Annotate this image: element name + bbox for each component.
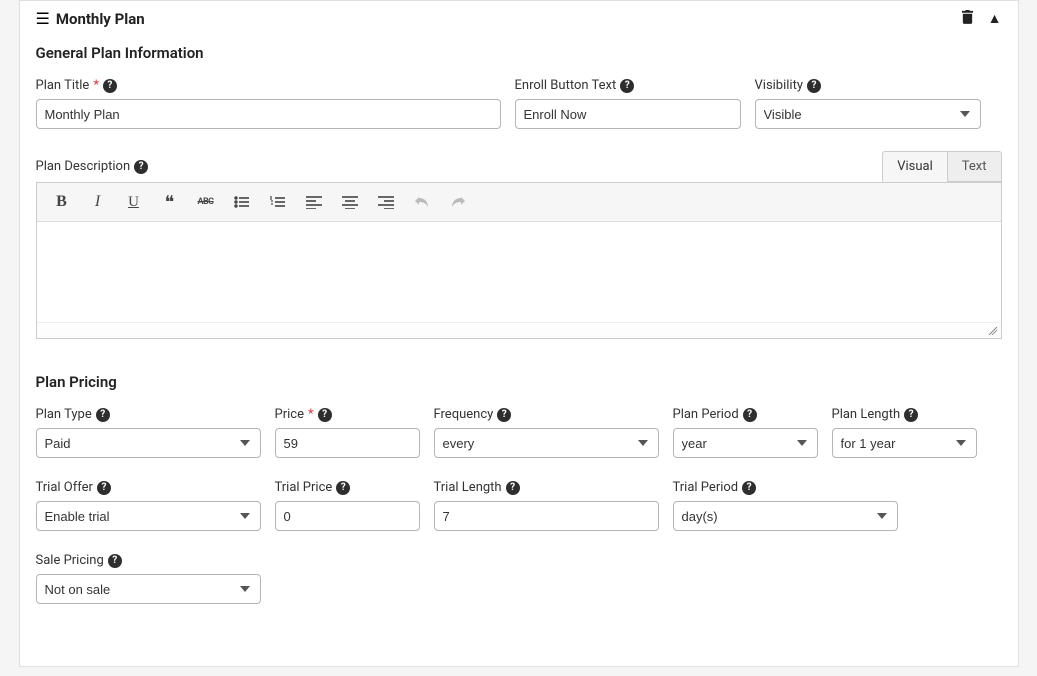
visibility-group: Visibility ? Visible — [755, 78, 981, 129]
trial-length-label: Trial Length ? — [434, 480, 659, 495]
plan-title-label: Plan Title * ? — [36, 78, 501, 93]
frequency-select[interactable]: every — [434, 428, 659, 458]
redo-icon[interactable] — [447, 191, 469, 213]
general-section: General Plan Information Plan Title * ? … — [36, 44, 1002, 339]
trial-period-select[interactable]: day(s) — [673, 501, 898, 531]
plan-title-group: Plan Title * ? — [36, 78, 501, 129]
drag-handle-icon[interactable]: ☰ — [36, 9, 50, 28]
pricing-section-title: Plan Pricing — [36, 373, 1002, 391]
align-right-icon[interactable] — [375, 191, 397, 213]
trial-offer-label: Trial Offer ? — [36, 480, 261, 495]
header-actions: ▲ — [961, 9, 1002, 28]
plan-period-label: Plan Period ? — [673, 407, 818, 422]
trial-offer-group: Trial Offer ? Enable trial — [36, 480, 261, 531]
collapse-icon[interactable]: ▲ — [988, 10, 1002, 27]
price-group: Price * ? — [275, 407, 420, 458]
card-header: ☰ Monthly Plan ▲ — [36, 1, 1002, 44]
enroll-label: Enroll Button Text ? — [515, 78, 741, 93]
help-icon[interactable]: ? — [336, 481, 350, 495]
sale-pricing-group: Sale Pricing ? Not on sale — [36, 553, 261, 604]
blockquote-icon[interactable]: ❝ — [159, 191, 181, 213]
price-label: Price * ? — [275, 407, 420, 422]
trial-length-input[interactable] — [434, 501, 659, 531]
help-icon[interactable]: ? — [318, 408, 332, 422]
trial-price-input[interactable] — [275, 501, 420, 531]
plan-length-group: Plan Length ? for 1 year — [832, 407, 977, 458]
plan-description-editor[interactable] — [37, 222, 1001, 322]
trial-length-group: Trial Length ? — [434, 480, 659, 531]
trial-period-group: Trial Period ? day(s) — [673, 480, 898, 531]
strikethrough-icon[interactable]: ABC — [195, 191, 217, 213]
plan-description-group: Plan Description ? Visual Text B I U ❝ A… — [36, 151, 1002, 339]
pricing-section: Plan Pricing Plan Type ? Paid Price * ? — [36, 373, 1002, 604]
required-mark: * — [93, 78, 99, 93]
plan-panel: ☰ Monthly Plan ▲ General Plan Informatio… — [19, 0, 1019, 667]
underline-icon[interactable]: U — [123, 191, 145, 213]
plan-length-select[interactable]: for 1 year — [832, 428, 977, 458]
help-icon[interactable]: ? — [97, 481, 111, 495]
visibility-label: Visibility ? — [755, 78, 981, 93]
trial-period-label: Trial Period ? — [673, 480, 898, 495]
card-title: Monthly Plan — [56, 10, 961, 28]
bullet-list-icon[interactable] — [231, 191, 253, 213]
plan-type-select[interactable]: Paid — [36, 428, 261, 458]
help-icon[interactable]: ? — [620, 79, 634, 93]
plan-desc-label: Plan Description ? — [36, 159, 149, 174]
plan-type-label: Plan Type ? — [36, 407, 261, 422]
tab-text[interactable]: Text — [947, 151, 1002, 182]
plan-length-label: Plan Length ? — [832, 407, 977, 422]
general-section-title: General Plan Information — [36, 44, 1002, 62]
trash-icon[interactable] — [961, 9, 974, 28]
visibility-select[interactable]: Visible — [755, 99, 981, 129]
help-icon[interactable]: ? — [108, 554, 122, 568]
help-icon[interactable]: ? — [497, 408, 511, 422]
undo-icon[interactable] — [411, 191, 433, 213]
align-center-icon[interactable] — [339, 191, 361, 213]
editor-toolbar: B I U ❝ ABC — [37, 183, 1001, 222]
trial-price-group: Trial Price ? — [275, 480, 420, 531]
italic-icon[interactable]: I — [87, 191, 109, 213]
editor-tabs: Visual Text — [882, 151, 1001, 182]
frequency-group: Frequency ? every — [434, 407, 659, 458]
help-icon[interactable]: ? — [134, 160, 148, 174]
enroll-input[interactable] — [515, 99, 741, 129]
plan-period-group: Plan Period ? year — [673, 407, 818, 458]
bold-icon[interactable]: B — [51, 191, 73, 213]
numbered-list-icon[interactable] — [267, 191, 289, 213]
enroll-group: Enroll Button Text ? — [515, 78, 741, 129]
frequency-label: Frequency ? — [434, 407, 659, 422]
tab-visual[interactable]: Visual — [882, 151, 947, 182]
help-icon[interactable]: ? — [743, 408, 757, 422]
sale-pricing-select[interactable]: Not on sale — [36, 574, 261, 604]
help-icon[interactable]: ? — [103, 79, 117, 93]
help-icon[interactable]: ? — [904, 408, 918, 422]
trial-offer-select[interactable]: Enable trial — [36, 501, 261, 531]
help-icon[interactable]: ? — [506, 481, 520, 495]
plan-period-select[interactable]: year — [673, 428, 818, 458]
help-icon[interactable]: ? — [96, 408, 110, 422]
editor-box: B I U ❝ ABC — [36, 182, 1002, 339]
help-icon[interactable]: ? — [807, 79, 821, 93]
trial-price-label: Trial Price ? — [275, 480, 420, 495]
help-icon[interactable]: ? — [742, 481, 756, 495]
plan-type-group: Plan Type ? Paid — [36, 407, 261, 458]
editor-resize-handle[interactable] — [37, 322, 1001, 338]
required-mark: * — [308, 407, 314, 422]
sale-pricing-label: Sale Pricing ? — [36, 553, 261, 568]
align-left-icon[interactable] — [303, 191, 325, 213]
price-input[interactable] — [275, 428, 420, 458]
plan-title-input[interactable] — [36, 99, 501, 129]
